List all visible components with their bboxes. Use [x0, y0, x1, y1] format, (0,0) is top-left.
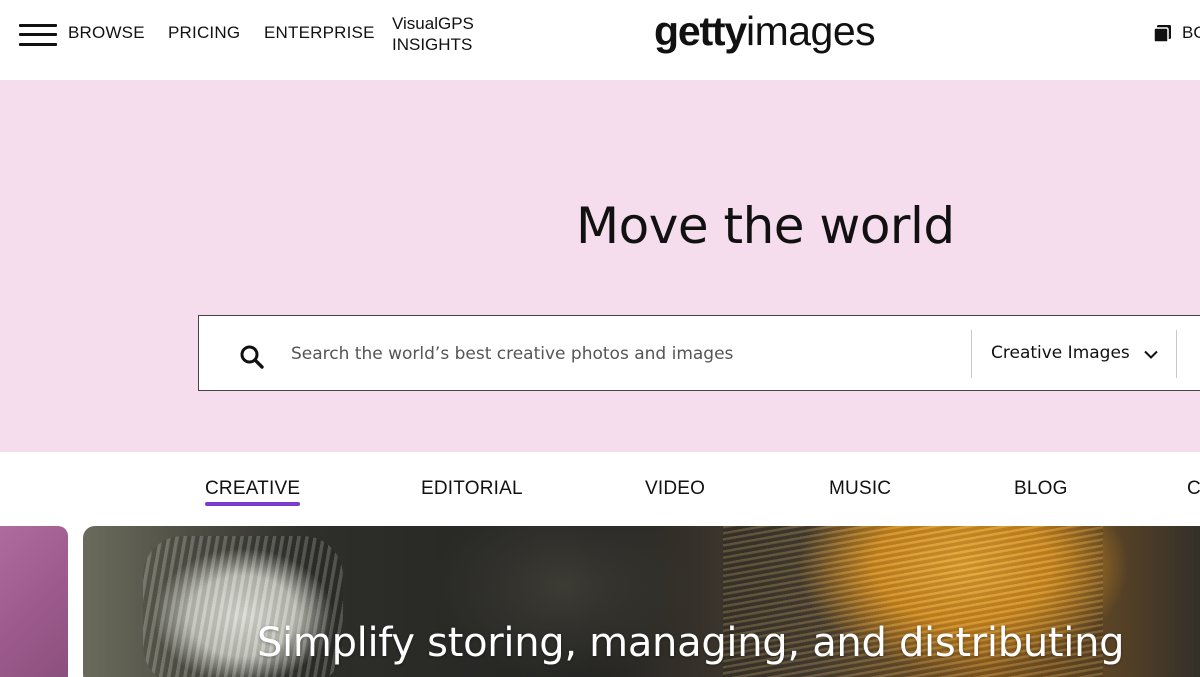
tab-video[interactable]: VIDEO	[645, 478, 705, 500]
hamburger-line	[19, 24, 57, 27]
active-tab-indicator	[205, 502, 300, 506]
tab-editorial[interactable]: EDITORIAL	[421, 478, 523, 500]
search-input[interactable]	[291, 336, 951, 372]
boards-icon[interactable]	[1153, 24, 1173, 44]
tab-creative[interactable]: CREATIVE	[205, 478, 300, 500]
hamburger-line	[19, 43, 57, 46]
tab-blog[interactable]: BLOG	[1014, 478, 1068, 500]
logo-getty: getty	[654, 8, 747, 54]
hero-section: Move the world Creative Images	[0, 80, 1200, 452]
hero-title: Move the world	[576, 197, 955, 255]
hamburger-line	[19, 33, 57, 36]
content-type-tabs: CREATIVE EDITORIAL VIDEO MUSIC BLOG C	[0, 452, 1200, 526]
nav-enterprise-link[interactable]: ENTERPRISE	[264, 23, 375, 43]
feature-headline: Simplify storing, managing, and distribu…	[257, 620, 1125, 666]
search-type-dropdown[interactable]: Creative Images	[991, 343, 1130, 363]
logo-images: images	[745, 8, 876, 54]
hamburger-menu-icon[interactable]	[19, 24, 57, 46]
nav-browse-link[interactable]: BROWSE	[68, 23, 145, 43]
carousel-card-previous[interactable]	[0, 526, 68, 677]
nav-visualgps-insights-link[interactable]: VisualGPS INSIGHTS	[392, 13, 474, 55]
site-header: BROWSE PRICING ENTERPRISE VisualGPS INSI…	[0, 0, 1200, 80]
insights-label: INSIGHTS	[392, 35, 473, 54]
nav-pricing-link[interactable]: PRICING	[168, 23, 240, 43]
boards-link[interactable]: BO	[1182, 23, 1200, 43]
search-icon[interactable]	[239, 344, 265, 370]
gettyimages-logo[interactable]: gettyimages	[654, 8, 876, 55]
feature-carousel: Simplify storing, managing, and distribu…	[0, 526, 1200, 677]
search-divider	[971, 330, 972, 378]
search-divider	[1176, 330, 1177, 378]
chevron-down-icon[interactable]	[1144, 350, 1158, 359]
tab-truncated[interactable]: C	[1187, 478, 1200, 500]
search-bar: Creative Images	[198, 315, 1200, 391]
tab-music[interactable]: MUSIC	[829, 478, 891, 500]
visualgps-label: VisualGPS	[392, 14, 474, 33]
